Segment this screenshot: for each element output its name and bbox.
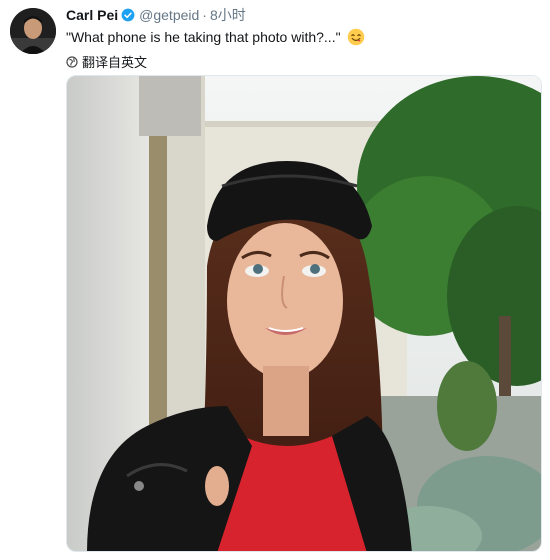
- globe-icon: [66, 55, 78, 68]
- separator-dot: ·: [202, 7, 207, 23]
- translate-link[interactable]: 翻译自英文: [66, 52, 540, 71]
- author-name[interactable]: Carl Pei: [66, 6, 118, 24]
- tweet-photo[interactable]: [66, 75, 542, 552]
- avatar-image: [10, 8, 56, 54]
- tweet-header: Carl Pei @getpeid · 8小时: [66, 6, 540, 24]
- face-savoring-food-emoji-icon: [347, 28, 365, 46]
- author-handle[interactable]: @getpeid: [139, 6, 199, 24]
- tweet-text-row: "What phone is he taking that photo with…: [66, 28, 540, 46]
- avatar[interactable]: [10, 8, 56, 54]
- tweet: Carl Pei @getpeid · 8小时 "What phone is h…: [0, 0, 550, 560]
- tweet-text: "What phone is he taking that photo with…: [66, 29, 341, 45]
- tweet-timestamp[interactable]: 8小时: [210, 6, 246, 24]
- tweet-content: Carl Pei @getpeid · 8小时 "What phone is h…: [66, 6, 540, 71]
- verified-badge-icon: [121, 8, 135, 22]
- translate-label: 翻译自英文: [82, 55, 148, 70]
- photo-image: [67, 76, 541, 551]
